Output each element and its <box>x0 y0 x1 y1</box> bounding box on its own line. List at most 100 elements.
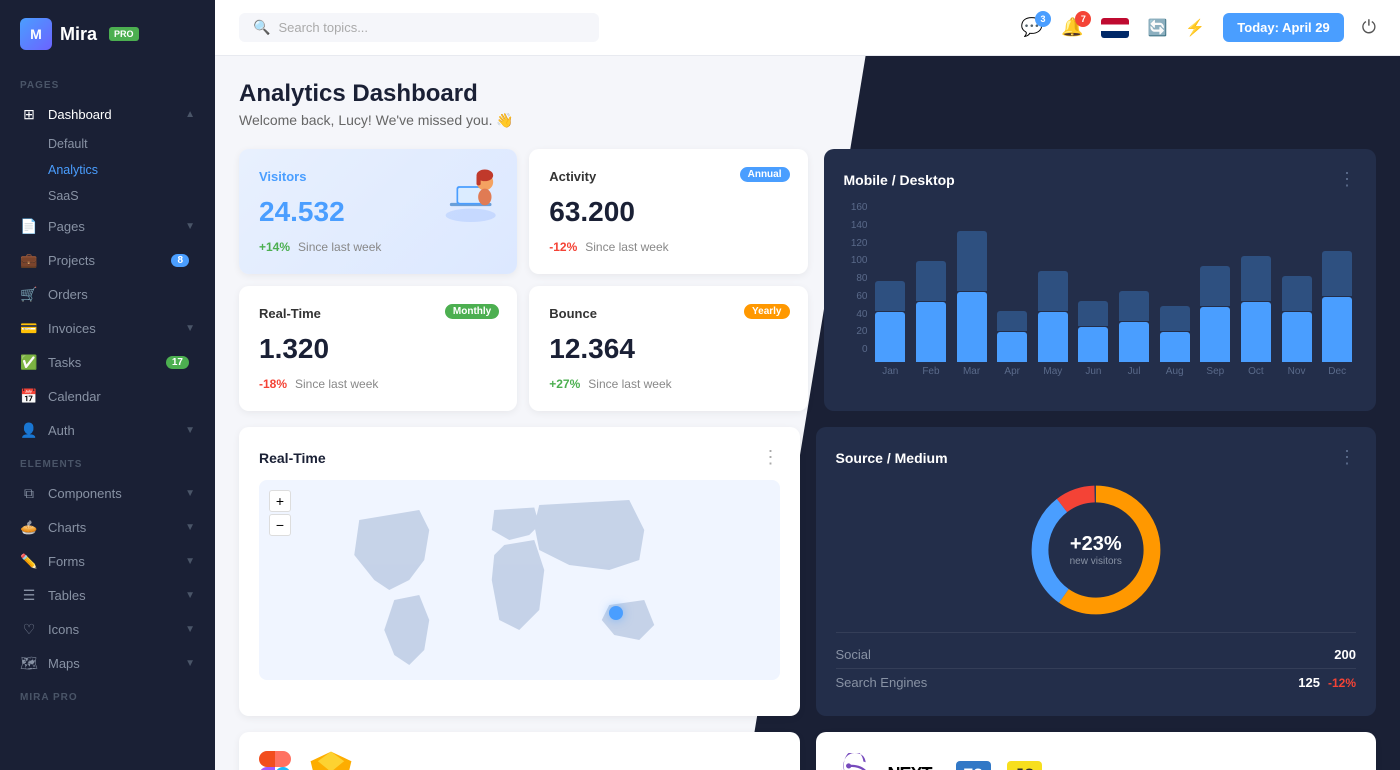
sidebar-item-orders[interactable]: 🛒 Orders <box>0 277 215 311</box>
language-selector[interactable] <box>1101 18 1129 38</box>
sketch-logo <box>307 748 355 770</box>
sidebar-item-label-orders: Orders <box>48 287 195 302</box>
sidebar-item-charts[interactable]: 🥧 Charts ▼ <box>0 510 215 544</box>
bar-light-Jun <box>1078 301 1108 326</box>
sidebar: M Mira PRO PAGES ⊞ Dashboard ▲ Default A… <box>0 0 215 770</box>
sidebar-item-invoices[interactable]: 💳 Invoices ▼ <box>0 311 215 345</box>
sidebar-item-calendar[interactable]: 📅 Calendar <box>0 379 215 413</box>
activity-change: -12% <box>549 240 577 254</box>
sidebar-item-dashboard[interactable]: ⊞ Dashboard ▲ <box>0 97 215 131</box>
x-label-Oct: Oct <box>1237 366 1275 377</box>
visitors-card: Visitors 24.532 +14% Since last week <box>239 149 517 274</box>
bar-dark-Dec <box>1322 297 1352 362</box>
sidebar-item-tasks[interactable]: ✅ Tasks 17 <box>0 345 215 379</box>
map-more-icon[interactable]: ⋮ <box>762 447 780 468</box>
sidebar-item-label-forms: Forms <box>48 554 185 569</box>
chevron-down-icon-maps: ▼ <box>185 658 195 669</box>
search-box[interactable]: 🔍 Search topics... <box>239 13 599 42</box>
bar-light-Mar <box>957 231 987 291</box>
bar-light-Jul <box>1119 291 1149 321</box>
bar-col-Oct <box>1237 202 1275 362</box>
zoom-out-button[interactable]: − <box>269 514 291 536</box>
bar-dark-Nov <box>1282 312 1312 362</box>
tasks-badge: 17 <box>166 356 189 369</box>
redux-logo <box>836 753 872 770</box>
realtime-value: 1.320 <box>259 333 497 365</box>
sidebar-item-auth[interactable]: 👤 Auth ▼ <box>0 413 215 447</box>
logo-icon: M <box>20 18 52 50</box>
sidebar-section-mirapro: MIRA PRO <box>0 680 215 709</box>
activity-badge: Annual <box>740 167 790 182</box>
source-search-change: -12% <box>1328 676 1356 690</box>
sidebar-item-pages[interactable]: 📄 Pages ▼ <box>0 209 215 243</box>
bounce-since: Since last week <box>588 377 671 391</box>
x-label-Dec: Dec <box>1318 366 1356 377</box>
sidebar-item-label-calendar: Calendar <box>48 389 195 404</box>
sidebar-item-projects[interactable]: 💼 Projects 8 <box>0 243 215 277</box>
activity-since: Since last week <box>585 240 668 254</box>
bar-col-Mar <box>953 202 991 362</box>
source-more-icon[interactable]: ⋮ <box>1338 447 1356 468</box>
bar-col-Jul <box>1115 202 1153 362</box>
donut-percentage: +23% <box>1070 533 1122 556</box>
sidebar-section-pages: PAGES <box>0 68 215 97</box>
redux-icon <box>836 753 872 770</box>
visitors-change: +14% <box>259 240 290 254</box>
page-header: Analytics Dashboard Welcome back, Lucy! … <box>239 80 1376 129</box>
sidebar-sub-saas[interactable]: SaaS <box>0 183 215 209</box>
pro-badge: PRO <box>109 27 139 41</box>
source-title: Source / Medium <box>836 450 948 466</box>
sketch-icon <box>307 748 355 770</box>
header: 🔍 Search topics... 💬 3 🔔 7 🔄 ⚡ Today: Ap… <box>215 0 1400 56</box>
chevron-down-icon-auth: ▼ <box>185 425 195 436</box>
sidebar-item-label-icons: Icons <box>48 622 185 637</box>
chevron-down-icon-invoices: ▼ <box>185 323 195 334</box>
bar-dark-Sep <box>1200 307 1230 362</box>
alerts-badge: 7 <box>1075 11 1091 27</box>
messages-button[interactable]: 💬 3 <box>1021 17 1043 38</box>
heart-icon: ♡ <box>20 620 38 638</box>
donut-center: +23% new visitors <box>1070 533 1122 567</box>
donut-label: new visitors <box>1070 556 1122 567</box>
map-title: Real-Time <box>259 450 326 466</box>
x-label-May: May <box>1034 366 1072 377</box>
donut-chart: +23% new visitors <box>1026 480 1166 620</box>
projects-badge: 8 <box>171 254 189 267</box>
sidebar-item-icons[interactable]: ♡ Icons ▼ <box>0 612 215 646</box>
tech-stack-card: NEXT.js TS JS <box>816 732 1377 770</box>
sidebar-sub-analytics[interactable]: Analytics <box>0 157 215 183</box>
bar-col-Feb <box>912 202 950 362</box>
chevron-down-icon-icons: ▼ <box>185 624 195 635</box>
refresh-button[interactable]: 🔄 <box>1147 18 1167 38</box>
sidebar-sub-default[interactable]: Default <box>0 131 215 157</box>
main-area: 🔍 Search topics... 💬 3 🔔 7 🔄 ⚡ Today: Ap… <box>215 0 1400 770</box>
notifications-button[interactable]: 🔔 7 <box>1061 17 1083 38</box>
map-container: + − <box>259 480 780 680</box>
typescript-logo: TS <box>956 761 991 770</box>
zoom-in-button[interactable]: + <box>269 490 291 512</box>
x-label-Jul: Jul <box>1115 366 1153 377</box>
header-right: 💬 3 🔔 7 🔄 ⚡ Today: April 29 ⏻ <box>1021 13 1376 42</box>
sidebar-item-components[interactable]: ⧉ Components ▼ <box>0 476 215 510</box>
sidebar-item-maps[interactable]: 🗺 Maps ▼ <box>0 646 215 680</box>
sidebar-item-tables[interactable]: ☰ Tables ▼ <box>0 578 215 612</box>
sidebar-item-label-charts: Charts <box>48 520 185 535</box>
filter-button[interactable]: ⚡ <box>1185 18 1205 38</box>
sidebar-item-label-tables: Tables <box>48 588 185 603</box>
sidebar-item-label-components: Components <box>48 486 185 501</box>
x-label-Jan: Jan <box>872 366 910 377</box>
realtime-change: -18% <box>259 377 287 391</box>
sidebar-item-forms[interactable]: ✏️ Forms ▼ <box>0 544 215 578</box>
power-button[interactable]: ⏻ <box>1362 17 1376 38</box>
sidebar-item-label-tasks: Tasks <box>48 355 166 370</box>
chevron-down-icon-components: ▼ <box>185 488 195 499</box>
content-inner: Analytics Dashboard Welcome back, Lucy! … <box>239 80 1376 770</box>
bounce-card: Bounce Yearly 12.364 +27% Since last wee… <box>529 286 807 411</box>
visitors-since: Since last week <box>298 240 381 254</box>
bar-dark-Apr <box>997 332 1027 362</box>
logo[interactable]: M Mira PRO <box>0 0 215 68</box>
today-button[interactable]: Today: April 29 <box>1223 13 1343 42</box>
file-icon: 📄 <box>20 217 38 235</box>
more-options-icon[interactable]: ⋮ <box>1338 169 1356 190</box>
x-label-Apr: Apr <box>993 366 1031 377</box>
